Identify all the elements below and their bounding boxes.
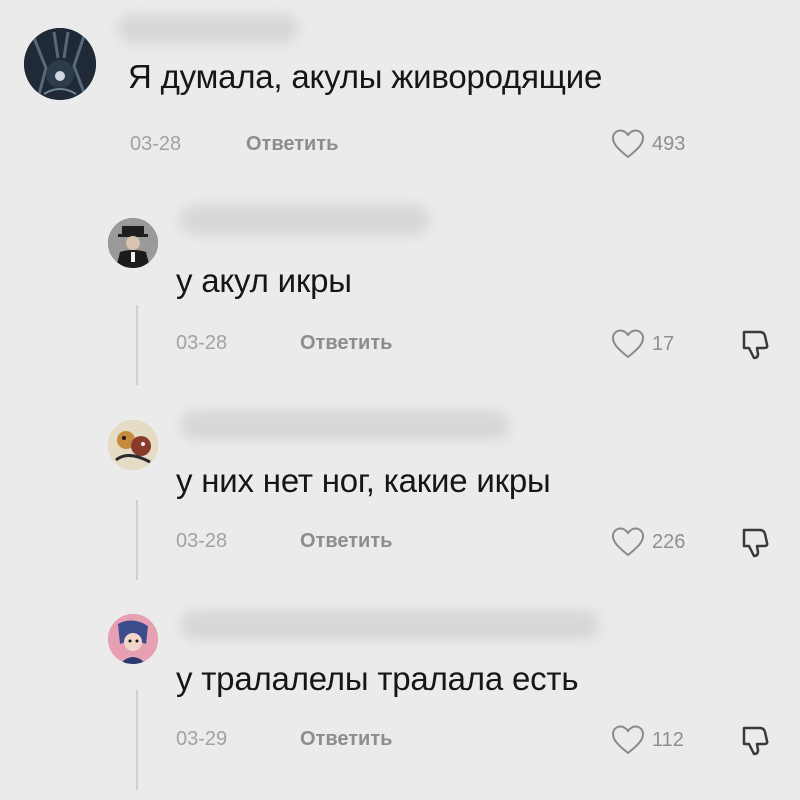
like-count: 226 [652,530,686,553]
username-hidden [180,410,510,440]
comment-date: 03-29 [176,728,228,750]
comment-text: у акул икры [176,262,352,299]
comment-text: у тралалелы тралала есть [176,660,579,697]
heart-icon [611,527,645,557]
thumbs-down-icon [742,726,769,756]
reply-thread-line [136,690,138,790]
heart-icon [611,725,645,755]
reply-button[interactable]: Ответить [300,332,392,355]
like-button[interactable]: 17 [610,328,674,360]
reply-button[interactable]: Ответить [246,133,338,156]
thumbs-down-icon [742,330,769,360]
comment-text: у них нет ног, какие икры [176,462,551,499]
dark-figure-avatar-icon [24,28,96,100]
comment-text: Я думала, акулы живородящие [128,58,603,95]
man-in-hat-avatar-icon [108,218,158,268]
user-avatar[interactable] [108,218,158,268]
username-hidden [118,14,298,44]
heart-icon [611,129,645,159]
reply-thread-line [136,305,138,385]
heart-icon [611,329,645,359]
username-hidden [180,610,600,640]
anime-character-avatar-icon [108,614,158,664]
reply-button[interactable]: Ответить [300,728,392,751]
reply-button[interactable]: Ответить [300,530,392,553]
user-avatar[interactable] [108,420,158,470]
like-count: 112 [652,728,684,751]
user-avatar[interactable] [108,614,158,664]
like-button[interactable]: 112 [610,724,684,756]
dislike-button[interactable] [738,723,772,762]
like-count: 17 [652,332,675,355]
like-button[interactable]: 226 [610,526,685,558]
dislike-button[interactable] [738,327,772,366]
like-button[interactable]: 493 [610,128,685,160]
cartoon-character-avatar-icon [108,420,158,470]
username-hidden [180,205,430,235]
like-count: 493 [652,132,686,155]
dislike-button[interactable] [738,525,772,564]
user-avatar[interactable] [24,28,96,100]
comment-date: 03-28 [130,133,182,155]
thumbs-down-icon [742,528,769,558]
comment-date: 03-28 [176,530,228,552]
comment-date: 03-28 [176,332,228,354]
reply-thread-line [136,500,138,580]
